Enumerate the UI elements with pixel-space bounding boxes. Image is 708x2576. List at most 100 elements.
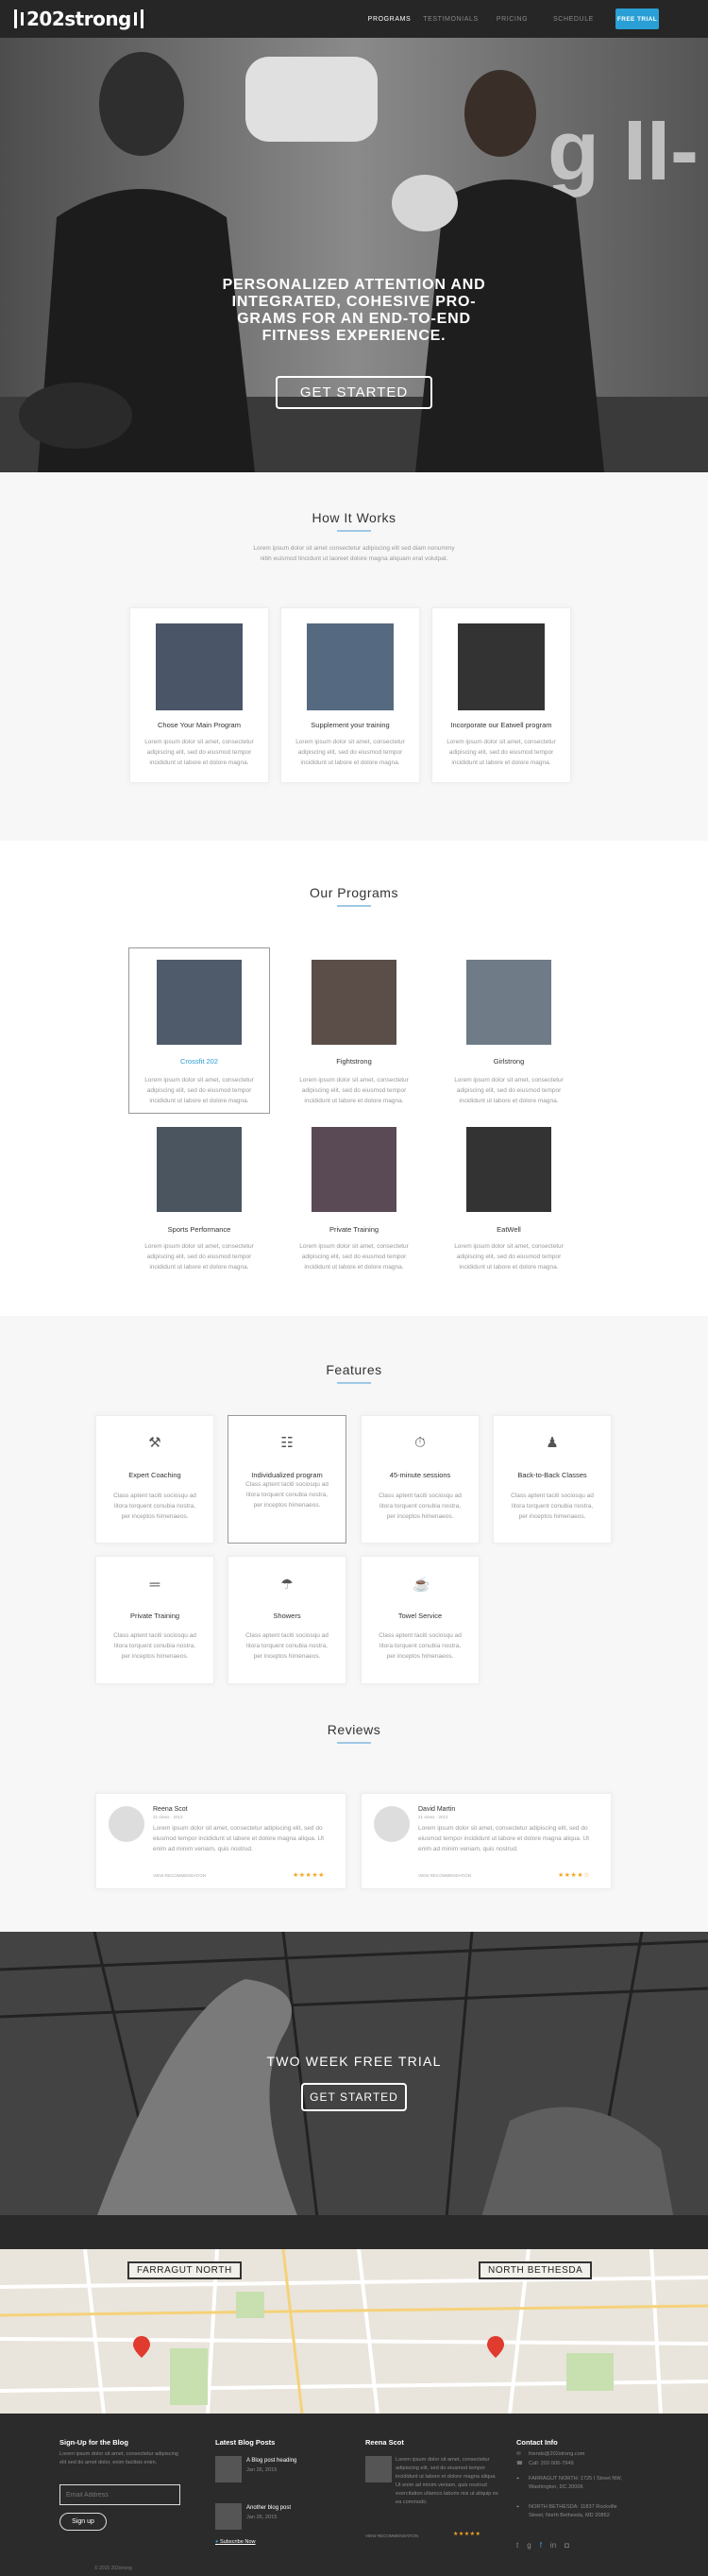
footer-review-rating: ★★★★★: [453, 2532, 481, 2537]
map-pin-icon: ⌖: [516, 2476, 520, 2482]
how-it-works-title: How It Works: [312, 510, 396, 525]
program-girlstrong-title[interactable]: Girlstrong: [438, 1057, 580, 1066]
feature-text: Class aptent taciti sociosqu ad litora t…: [245, 1481, 329, 1509]
linkedin-icon[interactable]: in: [550, 2541, 556, 2550]
footer-contact-title: Contact Info: [516, 2438, 558, 2447]
how-card-1-title: Chose Your Main Program: [158, 721, 241, 729]
review-text: Lorem ipsum dolor sit amet, consectetur …: [418, 1825, 590, 1852]
cta-get-started-button[interactable]: GET STARTED: [301, 2083, 407, 2111]
title-underline: [337, 530, 371, 532]
nav-testimonials[interactable]: TESTIMONIALS: [420, 16, 481, 23]
feature-title: Individualized program: [251, 1471, 323, 1479]
feature-card-showers: [228, 1556, 346, 1684]
program-fightstrong-photo: [312, 960, 396, 1045]
features-title: Features: [326, 1362, 382, 1377]
feature-text: Class aptent taciti sociosqu ad litora t…: [113, 1493, 196, 1520]
contact-address-2: NORTH BETHESDA: 11837 Rockville Street, …: [529, 2504, 617, 2518]
site-logo[interactable]: 202strong: [13, 8, 144, 30]
copyright: © 2015 202strong: [94, 2566, 132, 2571]
stopwatch-icon: ⏱: [414, 1435, 426, 1451]
reviewer-thumbnail: [365, 2456, 392, 2482]
map-label-north-bethesda: NORTH BETHESDA: [479, 2261, 593, 2279]
map-pin-icon: ⌖: [516, 2504, 520, 2510]
contact-icons: ✉: [516, 2450, 521, 2459]
footer-signup-title: Sign-Up for the Blog: [59, 2438, 128, 2447]
program-sports-title[interactable]: Sports Performance: [128, 1225, 270, 1234]
nav-programs[interactable]: PROGRAMS: [359, 16, 420, 23]
signup-button[interactable]: Sign up: [59, 2513, 107, 2531]
program-eatwell-title[interactable]: EatWell: [438, 1225, 580, 1234]
svg-text:g II-: g II-: [548, 104, 699, 198]
nav-pricing[interactable]: PRICING: [481, 16, 543, 23]
google-plus-icon[interactable]: g: [527, 2541, 531, 2550]
reviewer-name: Reena Scot: [153, 1806, 188, 1813]
program-fightstrong-title[interactable]: Fightstrong: [283, 1057, 425, 1066]
how-card-3-photo: [458, 623, 545, 710]
programs-title: Our Programs: [310, 885, 398, 900]
how-it-works-intro: Lorem ipsum dolor sit amet consectetur a…: [253, 545, 455, 562]
feature-title: 45-minute sessions: [389, 1471, 451, 1479]
program-private-title[interactable]: Private Training: [283, 1225, 425, 1234]
program-private-text: Lorem ipsum dolor sit amet, consectetur …: [299, 1243, 409, 1271]
nav-schedule[interactable]: SCHEDULE: [543, 16, 604, 23]
footer-blog-title: Latest Blog Posts: [215, 2438, 276, 2447]
blog-post-title[interactable]: Another blog post: [246, 2505, 291, 2511]
subscribe-link[interactable]: ● Subscribe Now: [215, 2539, 256, 2545]
shower-icon: ☂: [280, 1577, 294, 1593]
whistle-icon: ⚒: [148, 1435, 161, 1451]
blog-post-thumbnail[interactable]: [215, 2503, 242, 2530]
title-underline: [337, 1382, 371, 1384]
view-recommendation-link[interactable]: VIEW RECOMMENDATION: [153, 1873, 206, 1878]
feature-text: Class aptent taciti sociosqu ad litora t…: [113, 1632, 196, 1660]
review-meta: 21 views · 2013: [418, 1815, 448, 1819]
blog-post-title[interactable]: A Blog post heading: [246, 2458, 296, 2464]
contact-address-1: FARRAGUT NORTH: 1725 I Street NW, Washin…: [529, 2476, 622, 2490]
dumbbell-icon: ═: [149, 1577, 160, 1593]
title-underline: [337, 1742, 371, 1744]
footer-review-link[interactable]: VIEW RECOMMENDATION: [365, 2532, 418, 2540]
phone-icon: ☎: [516, 2461, 523, 2466]
contact-email[interactable]: friends@202strong.com: [529, 2450, 584, 2459]
feature-text: Class aptent taciti sociosqu ad litora t…: [379, 1493, 462, 1520]
free-trial-button[interactable]: FREE TRIAL: [615, 9, 659, 29]
facebook-icon[interactable]: f: [540, 2541, 542, 2550]
email-field[interactable]: [59, 2484, 180, 2505]
feature-title: Back-to-Back Classes: [517, 1471, 587, 1479]
avatar: [109, 1806, 144, 1842]
how-card-1-photo: [156, 623, 243, 710]
how-card-1-text: Lorem ipsum dolor sit amet, consectetur …: [144, 739, 254, 766]
avatar: [374, 1806, 410, 1842]
location-map[interactable]: [0, 2249, 708, 2414]
program-crossfit-title[interactable]: Crossfit 202: [128, 1057, 270, 1066]
subscribe-label: Subscribe Now: [219, 2539, 256, 2545]
logo-text: 202strong: [26, 8, 131, 30]
program-eatwell-text: Lorem ipsum dolor sit amet, consectetur …: [454, 1243, 564, 1271]
program-crossfit-photo: [157, 960, 242, 1045]
program-girlstrong-text: Lorem ipsum dolor sit amet, consectetur …: [454, 1077, 564, 1104]
blog-post-date: Jan 26, 2015: [246, 2515, 278, 2520]
reviews-title: Reviews: [327, 1722, 381, 1737]
feature-card-private-training: [95, 1556, 214, 1684]
feature-title: Showers: [273, 1612, 301, 1620]
main-nav: PROGRAMS TESTIMONIALS PRICING SCHEDULE: [359, 0, 604, 38]
blog-post-thumbnail[interactable]: [215, 2456, 242, 2482]
social-links: t g f in ◘: [516, 2541, 569, 2550]
how-card-2-text: Lorem ipsum dolor sit amet, consectetur …: [295, 739, 405, 766]
how-card-2-title: Supplement your training: [311, 721, 390, 729]
blog-post-date: Jan 26, 2015: [246, 2467, 278, 2473]
how-card-2-photo: [307, 623, 394, 710]
footer-signup-text: Lorem ipsum dolor sit amet, consectetur …: [59, 2451, 178, 2465]
feature-title: Towel Service: [397, 1612, 443, 1620]
hero-get-started-button[interactable]: GET STARTED: [276, 376, 432, 409]
reviewer-name: David Martin: [418, 1806, 456, 1813]
email-icon: ✉: [516, 2451, 521, 2457]
instagram-icon[interactable]: ◘: [565, 2541, 569, 2550]
map-graphic: [0, 2249, 708, 2414]
review-meta: 21 views · 2013: [153, 1815, 183, 1819]
twitter-icon[interactable]: t: [516, 2541, 518, 2550]
footer-review-title: Reena Scot: [365, 2438, 404, 2447]
review-2-rating: ★★★★☆: [558, 1872, 590, 1879]
footer-review-text: Lorem ipsum dolor sit amet, consectetur …: [396, 2457, 498, 2505]
clipboard-icon: ☷: [280, 1435, 294, 1451]
view-recommendation-link[interactable]: VIEW RECOMMENDATION: [418, 1873, 471, 1878]
